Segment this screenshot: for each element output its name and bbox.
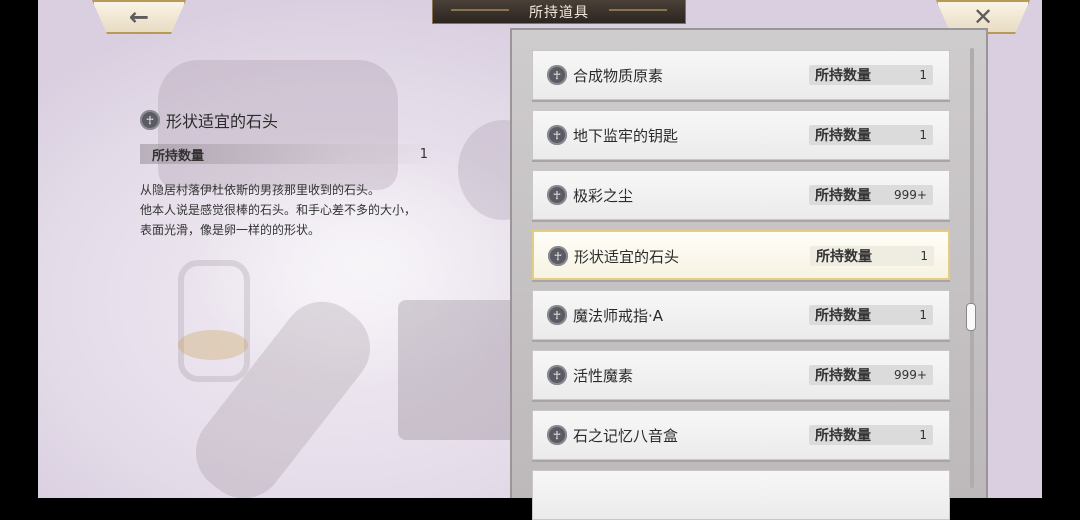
item-quantity: 所持数量 1	[810, 246, 934, 266]
list-item[interactable]: ☥ 形状适宜的石头 所持数量 1	[532, 230, 950, 280]
description-line: 表面光滑，像是卵一样的的形状。	[140, 223, 321, 237]
item-name: 形状适宜的石头	[574, 248, 680, 266]
item-quantity-value: 1	[920, 249, 928, 263]
item-quantity-label: 所持数量	[815, 428, 871, 444]
detail-quantity: 所持数量 1	[140, 144, 440, 164]
detail-item-name: 形状适宜的石头	[166, 112, 279, 131]
item-quantity-value: 999+	[894, 188, 927, 202]
description-line: 从隐居村落伊杜依斯的男孩那里收到的石头。	[140, 183, 381, 197]
item-name: 地下监牢的钥匙	[573, 127, 679, 145]
list-item[interactable]: ☥ 活性魔素 所持数量 999+	[532, 350, 950, 400]
item-quantity: 所持数量 1	[809, 305, 933, 325]
detail-quantity-value: 1	[419, 146, 428, 162]
screen-title: 所持道具	[432, 0, 686, 24]
item-name: 极彩之尘	[573, 187, 634, 205]
list-item[interactable]	[532, 470, 950, 520]
back-button[interactable]: ←	[92, 0, 186, 34]
screen-title-text: 所持道具	[529, 4, 589, 21]
key-item-icon: ☥	[547, 185, 567, 205]
item-list-panel: ☥ 合成物质原素 所持数量 1 ☥ 地下监牢的钥匙 所持数量 1 ☥ 极彩之尘 所持数量 999+ ☥ 形…	[510, 28, 988, 520]
item-quantity-label: 所持数量	[815, 368, 871, 384]
list-item[interactable]: ☥ 合成物质原素 所持数量 1	[532, 50, 950, 100]
scrollbar-thumb[interactable]	[966, 303, 976, 331]
key-item-icon: ☥	[547, 125, 567, 145]
item-list[interactable]: ☥ 合成物质原素 所持数量 1 ☥ 地下监牢的钥匙 所持数量 1 ☥ 极彩之尘 所持数量 999+ ☥ 形…	[532, 44, 952, 520]
detail-description: 从隐居村落伊杜依斯的男孩那里收到的石头。 他本人说是感觉很棒的石头。和手心差不多…	[140, 180, 450, 240]
item-quantity: 所持数量 1	[809, 65, 933, 85]
item-quantity-label: 所持数量	[816, 249, 872, 265]
item-quantity: 所持数量 1	[809, 425, 933, 445]
background-hourglass	[178, 260, 250, 382]
item-quantity-value: 1	[919, 68, 927, 82]
item-quantity: 所持数量 999+	[809, 185, 933, 205]
item-quantity-label: 所持数量	[815, 188, 871, 204]
item-name: 石之记忆八音盒	[573, 427, 679, 445]
scrollbar[interactable]	[966, 48, 976, 488]
item-quantity-value: 1	[919, 128, 927, 142]
key-item-icon: ☥	[547, 365, 567, 385]
key-item-icon: ☥	[547, 65, 567, 85]
key-item-icon: ☥	[547, 305, 567, 325]
item-quantity-label: 所持数量	[815, 128, 871, 144]
list-item[interactable]: ☥ 地下监牢的钥匙 所持数量 1	[532, 110, 950, 160]
list-item[interactable]: ☥ 极彩之尘 所持数量 999+	[532, 170, 950, 220]
list-item[interactable]: ☥ 魔法师戒指·A 所持数量 1	[532, 290, 950, 340]
arrow-left-icon: ←	[128, 3, 150, 31]
item-quantity-value: 1	[919, 428, 927, 442]
item-name: 魔法师戒指·A	[573, 307, 664, 325]
background-lamp	[178, 330, 248, 360]
list-item[interactable]: ☥ 石之记忆八音盒 所持数量 1	[532, 410, 950, 460]
item-quantity-label: 所持数量	[815, 308, 871, 324]
item-quantity-label: 所持数量	[815, 68, 871, 84]
item-name: 合成物质原素	[573, 67, 664, 85]
description-line: 他本人说是感觉很棒的石头。和手心差不多的大小，	[140, 203, 417, 217]
detail-quantity-label: 所持数量	[152, 148, 205, 164]
item-quantity: 所持数量 999+	[809, 365, 933, 385]
close-icon: ✕	[972, 3, 994, 31]
background-books	[398, 300, 528, 440]
item-quantity-value: 999+	[894, 368, 927, 382]
key-item-icon: ☥	[547, 425, 567, 445]
key-item-icon: ☥	[548, 246, 568, 266]
item-quantity-value: 1	[919, 308, 927, 322]
item-quantity: 所持数量 1	[809, 125, 933, 145]
item-name: 活性魔素	[573, 367, 634, 385]
item-detail-panel: ☥ 形状适宜的石头 所持数量 1 从隐居村落伊杜依斯的男孩那里收到的石头。 他本…	[140, 108, 450, 240]
key-item-icon: ☥	[140, 110, 160, 130]
